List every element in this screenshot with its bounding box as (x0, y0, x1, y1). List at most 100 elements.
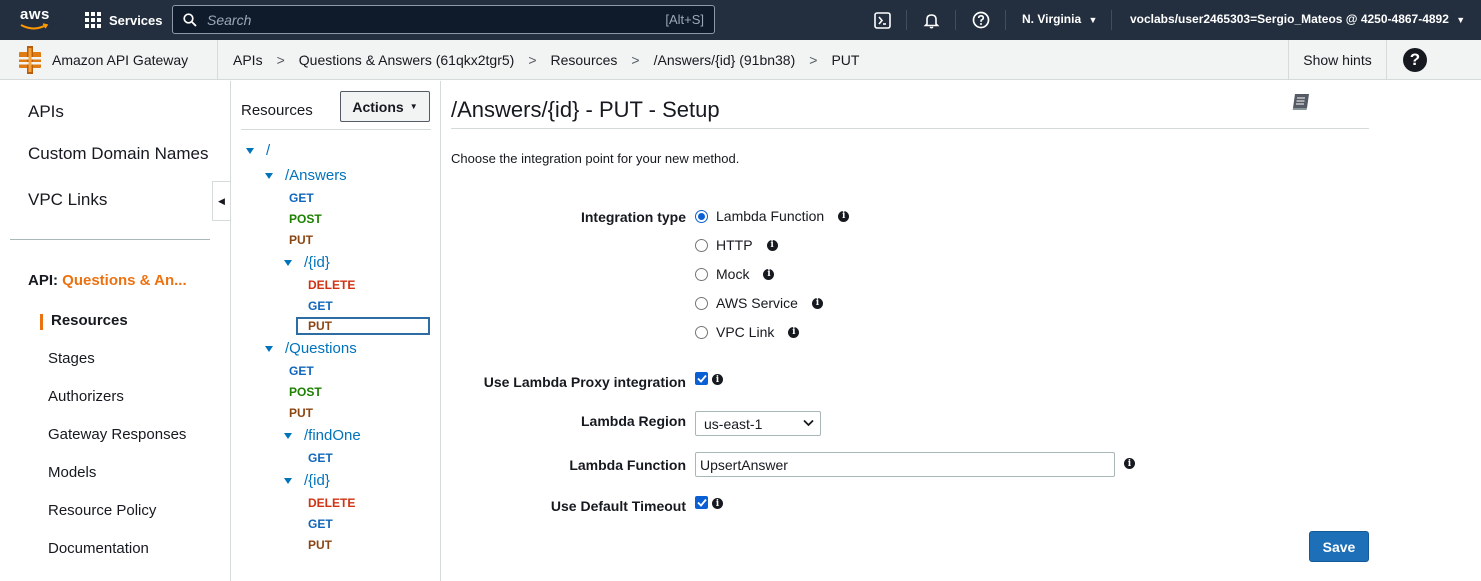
method-findone-get[interactable]: GET (308, 451, 333, 465)
aws-logo[interactable]: aws (18, 6, 54, 34)
default-timeout-checkbox[interactable] (695, 496, 708, 509)
info-icon[interactable]: i (766, 239, 778, 251)
sidebar-item-custom-domain-names[interactable]: Custom Domain Names (28, 144, 208, 164)
resource-path: /{id} (304, 472, 330, 489)
method-questions-id-delete[interactable]: DELETE (308, 496, 355, 510)
checkmark-icon (696, 498, 707, 507)
default-timeout-label: Use Default Timeout (550, 498, 686, 514)
info-icon[interactable]: i (838, 210, 850, 222)
method-answers-id-delete[interactable]: DELETE (308, 278, 355, 292)
resource-questions[interactable]: /Questions (265, 340, 357, 357)
breadcrumb-resource[interactable]: /Answers/{id} (91bn38) (654, 52, 796, 68)
checkmark-icon (696, 374, 707, 383)
lambda-function-input[interactable] (695, 452, 1115, 477)
method-questions-post[interactable]: POST (289, 385, 322, 399)
save-button[interactable]: Save (1309, 531, 1369, 562)
expand-caret-icon (246, 147, 254, 154)
sidebar-item-resources[interactable]: Resources (51, 312, 128, 329)
aws-smile-icon (20, 23, 49, 30)
integration-type-label: Integration type (580, 209, 686, 225)
sidebar-item-documentation[interactable]: Documentation (48, 540, 149, 557)
nav-divider (1005, 10, 1006, 30)
api-gateway-home-link[interactable]: Amazon API Gateway (18, 40, 218, 80)
region-selector[interactable]: N. Virginia ▼ (1022, 12, 1097, 26)
documentation-book-icon[interactable] (1291, 93, 1311, 114)
account-menu[interactable]: voclabs/user2465303=Sergio_Mateos @ 4250… (1130, 12, 1465, 26)
info-icon[interactable]: i (788, 326, 800, 338)
search-input[interactable] (205, 10, 666, 29)
sidebar-item-vpc-links[interactable]: VPC Links (28, 190, 107, 210)
sidebar-item-stages[interactable]: Stages (48, 350, 95, 367)
sidebar-item-gateway-responses[interactable]: Gateway Responses (48, 426, 186, 443)
help-circle-icon[interactable] (970, 9, 992, 31)
option-label: VPC Link (716, 324, 775, 340)
method-answers-put[interactable]: PUT (289, 233, 313, 247)
method-questions-put[interactable]: PUT (289, 406, 313, 420)
integration-option-vpc-link[interactable]: VPC Link i (695, 324, 800, 340)
api-prefix: API: (28, 272, 58, 289)
chevron-down-icon (803, 419, 814, 427)
cloudshell-icon[interactable] (871, 9, 893, 31)
sidebar-divider (10, 239, 210, 240)
lambda-proxy-checkbox[interactable] (695, 372, 708, 385)
info-icon[interactable]: i (712, 498, 723, 509)
integration-option-mock[interactable]: Mock i (695, 266, 775, 282)
actions-dropdown-button[interactable]: Actions ▼ (340, 91, 430, 122)
search-shortcut-hint: [Alt+S] (665, 12, 704, 27)
breadcrumb: APIs > Questions & Answers (61qkx2tgr5) … (233, 40, 859, 80)
global-search[interactable]: [Alt+S] (172, 5, 715, 34)
method-questions-get[interactable]: GET (289, 364, 314, 378)
radio-button-checked[interactable] (695, 209, 708, 223)
resource-findone[interactable]: /findOne (284, 427, 361, 444)
method-answers-post[interactable]: POST (289, 212, 322, 226)
radio-button[interactable] (695, 325, 708, 339)
help-button[interactable]: ? (1403, 48, 1427, 72)
method-answers-id-put-selected[interactable]: PUT (296, 317, 430, 335)
current-api-label: API: Questions & An... (28, 272, 187, 289)
lambda-region-select[interactable]: us-east-1 (695, 411, 821, 436)
resource-questions-id[interactable]: /{id} (284, 472, 330, 489)
info-icon[interactable]: i (1124, 458, 1135, 469)
method-questions-id-put[interactable]: PUT (308, 538, 332, 552)
show-hints-button[interactable]: Show hints (1288, 40, 1387, 80)
expand-caret-icon (284, 477, 292, 484)
radio-button[interactable] (695, 267, 708, 281)
page-title: /Answers/{id} - PUT - Setup (451, 97, 720, 122)
breadcrumb-apis[interactable]: APIs (233, 52, 263, 68)
breadcrumb-api[interactable]: Questions & Answers (61qkx2tgr5) (299, 52, 515, 68)
resource-root[interactable]: / (246, 142, 270, 159)
expand-caret-icon (265, 172, 273, 179)
integration-option-aws-service[interactable]: AWS Service i (695, 295, 823, 311)
aws-logo-text: aws (20, 6, 50, 23)
services-menu-button[interactable]: Services (85, 9, 163, 31)
radio-button[interactable] (695, 296, 708, 310)
breadcrumb-separator: > (809, 52, 818, 68)
services-label: Services (109, 12, 163, 28)
method-questions-id-get[interactable]: GET (308, 517, 333, 531)
method-answers-get[interactable]: GET (289, 191, 314, 205)
active-indicator (40, 314, 43, 330)
resource-answers-id[interactable]: /{id} (284, 254, 330, 271)
expand-caret-icon (284, 259, 292, 266)
radio-button[interactable] (695, 238, 708, 252)
method-answers-id-get[interactable]: GET (308, 299, 333, 313)
info-icon[interactable]: i (763, 268, 775, 280)
nav-divider (906, 10, 907, 30)
integration-option-lambda[interactable]: Lambda Function i (695, 208, 850, 224)
collapse-sidebar-button[interactable]: ◀ (212, 181, 230, 221)
breadcrumb-resources[interactable]: Resources (551, 52, 618, 68)
integration-option-http[interactable]: HTTP i (695, 237, 778, 253)
notifications-bell-icon[interactable] (920, 9, 942, 31)
sidebar-item-apis[interactable]: APIs (28, 102, 64, 122)
info-icon[interactable]: i (811, 297, 823, 309)
resource-answers[interactable]: /Answers (265, 167, 347, 184)
breadcrumb-method[interactable]: PUT (831, 52, 859, 68)
sidebar-item-models[interactable]: Models (48, 464, 96, 481)
lambda-function-label: Lambda Function (569, 457, 686, 473)
sidebar-item-resource-policy[interactable]: Resource Policy (48, 502, 156, 519)
resources-title: Resources (241, 102, 313, 119)
sidebar-item-authorizers[interactable]: Authorizers (48, 388, 124, 405)
info-icon[interactable]: i (712, 374, 723, 385)
select-value: us-east-1 (704, 415, 763, 432)
current-api-name[interactable]: Questions & An... (62, 272, 186, 289)
